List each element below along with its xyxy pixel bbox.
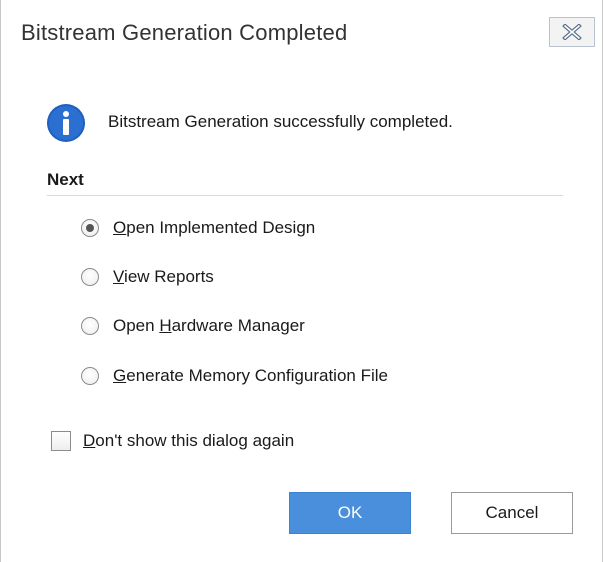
dont-show-again-checkbox[interactable]: [51, 431, 71, 451]
cancel-button[interactable]: Cancel: [451, 492, 573, 534]
dialog-window: Bitstream Generation Completed Bitstream…: [0, 0, 603, 562]
radio-open-hardware-manager[interactable]: [81, 317, 99, 335]
radio-open-implemented-design[interactable]: [81, 219, 99, 237]
option-generate-memory-configuration-file[interactable]: Generate Memory Configuration File: [81, 364, 388, 388]
option-label: View Reports: [113, 267, 214, 286]
close-icon: [562, 24, 582, 40]
ok-button[interactable]: OK: [289, 492, 411, 534]
dialog-title: Bitstream Generation Completed: [21, 20, 348, 45]
close-button[interactable]: [549, 17, 595, 47]
option-open-implemented-design[interactable]: Open Implemented Design: [81, 216, 315, 240]
option-label: Open Hardware Manager: [113, 316, 305, 335]
section-separator: [47, 195, 563, 196]
option-view-reports[interactable]: View Reports: [81, 265, 214, 289]
info-icon: [47, 104, 85, 142]
next-section-label: Next: [47, 170, 84, 189]
option-open-hardware-manager[interactable]: Open Hardware Manager: [81, 314, 305, 338]
radio-view-reports[interactable]: [81, 268, 99, 286]
dont-show-again-row[interactable]: Don't show this dialog again: [51, 428, 294, 454]
option-label: Generate Memory Configuration File: [113, 366, 388, 385]
option-label: Open Implemented Design: [113, 218, 316, 237]
completion-message: Bitstream Generation successfully comple…: [108, 112, 453, 131]
dont-show-again-label: Don't show this dialog again: [83, 431, 295, 450]
title-bar: Bitstream Generation Completed: [1, 0, 602, 66]
radio-generate-memory-configuration-file[interactable]: [81, 367, 99, 385]
